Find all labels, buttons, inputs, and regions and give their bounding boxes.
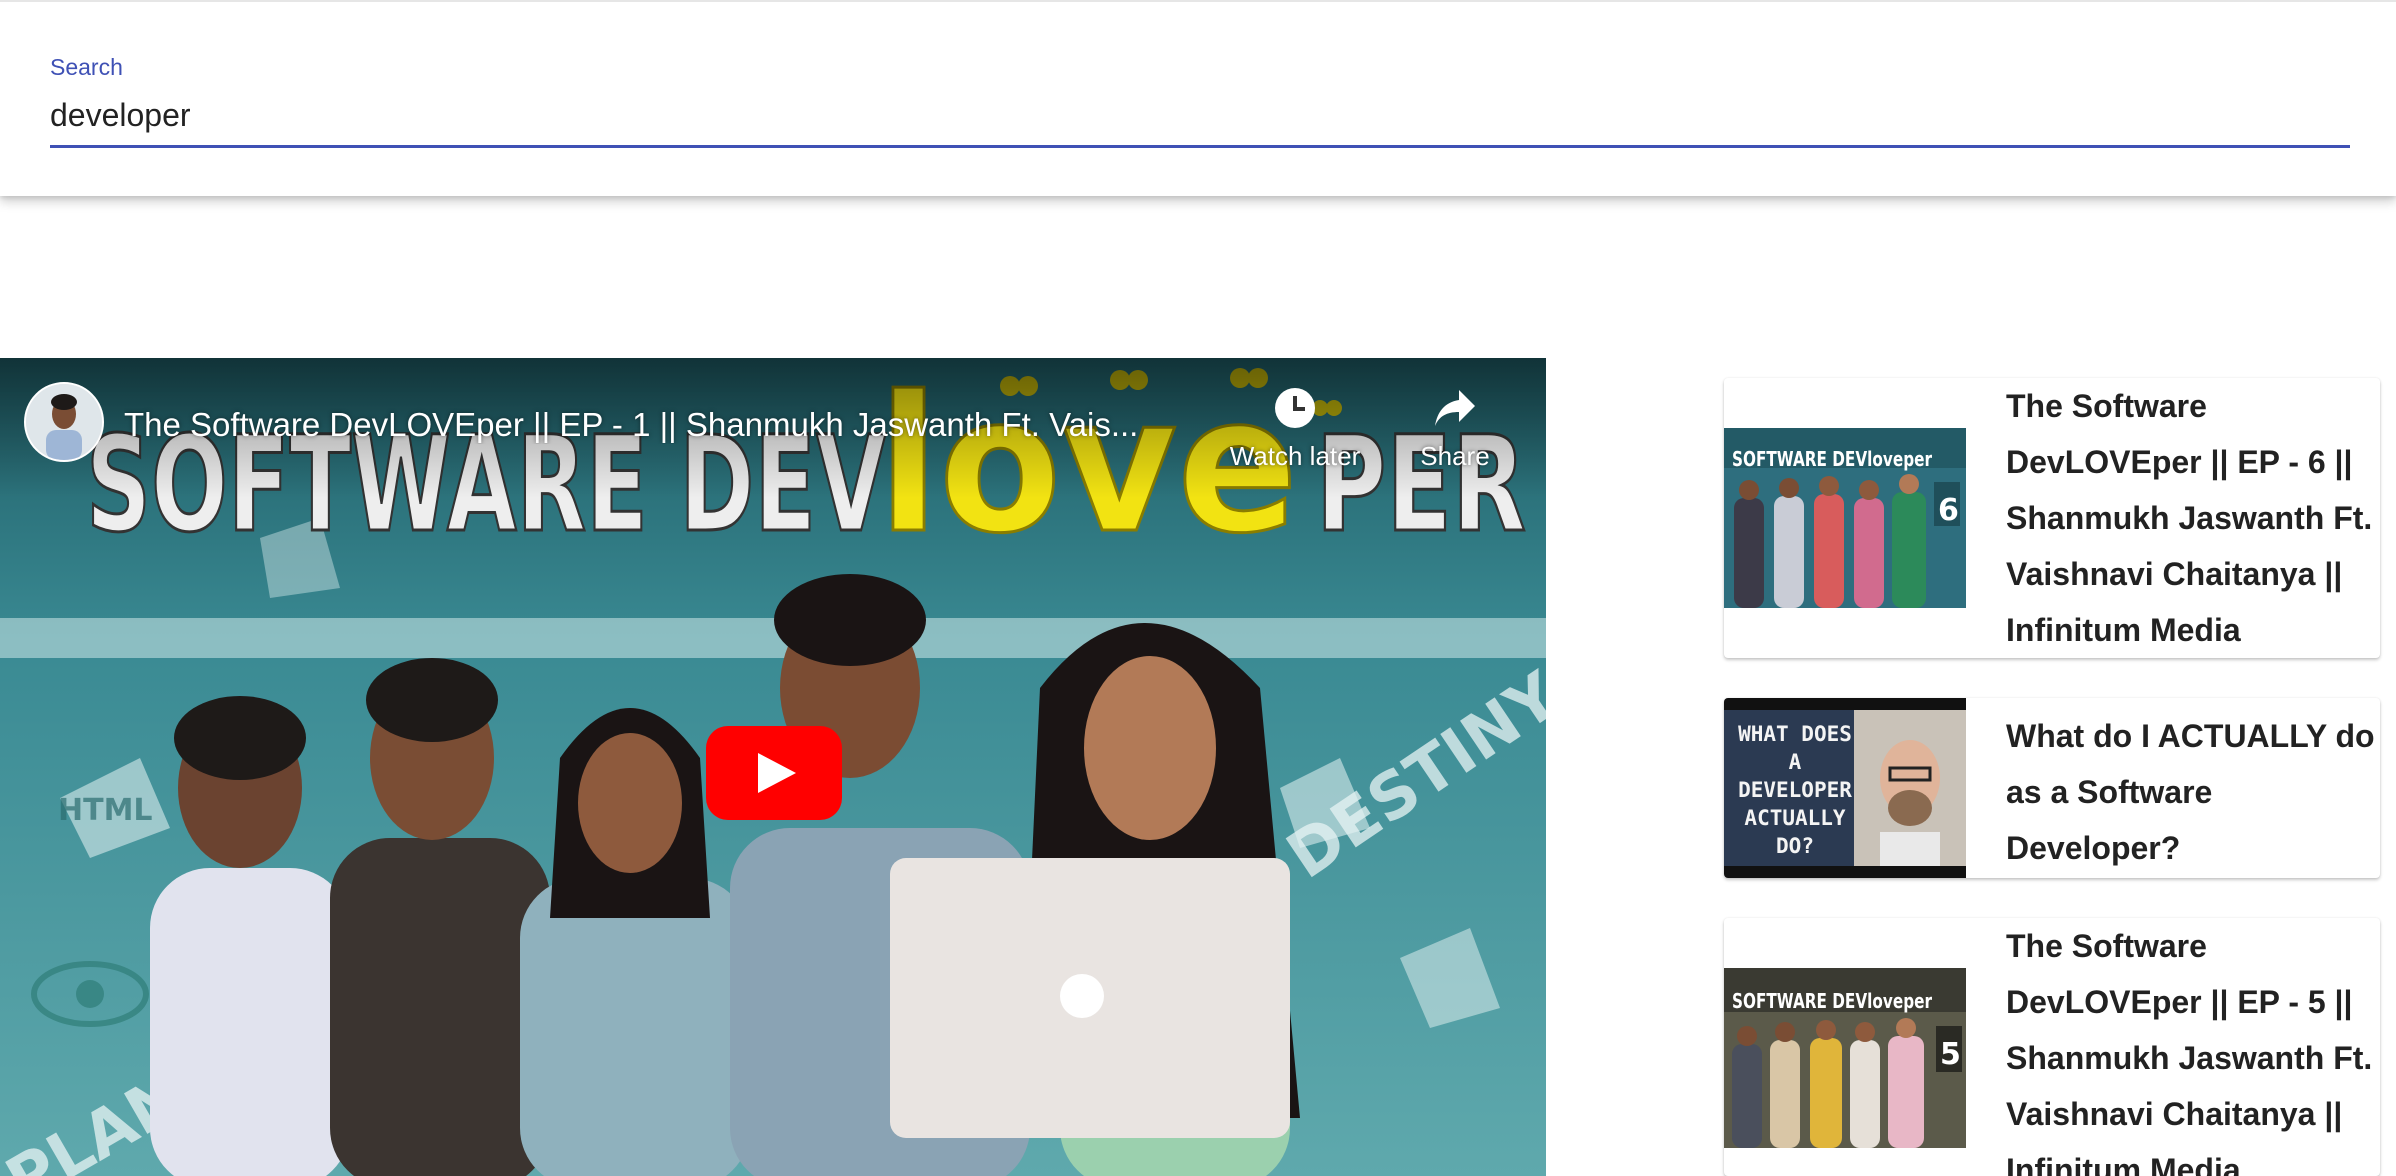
- related-video-item[interactable]: SOFTWARE DEVloveper 5 The Software DevLO…: [1724, 918, 2380, 1176]
- share-button[interactable]: Share: [1410, 388, 1500, 472]
- related-thumb-headline: SOFTWARE DEVloveper: [1732, 447, 1932, 471]
- search-label: Search: [50, 54, 123, 80]
- related-video-title[interactable]: The Software DevLOVEper || EP - 6 || Sha…: [2006, 378, 2376, 658]
- related-thumb-headline: SOFTWARE DEVloveper: [1732, 989, 1932, 1013]
- related-video-item[interactable]: WHAT DOES A DEVELOPER ACTUALLY DO? What …: [1724, 698, 2380, 878]
- related-video-item[interactable]: SOFTWARE DEVloveper 6 The Software DevLO…: [1724, 378, 2380, 658]
- watch-later-button[interactable]: Watch later: [1220, 388, 1370, 472]
- related-thumb-badge: 6: [1938, 493, 1959, 528]
- play-button[interactable]: [706, 726, 842, 820]
- channel-avatar[interactable]: [24, 382, 104, 462]
- search-underline: [50, 145, 2350, 148]
- related-video-title[interactable]: What do I ACTUALLY do as a Software Deve…: [2006, 708, 2376, 876]
- related-thumbnail: WHAT DOES A DEVELOPER ACTUALLY DO?: [1724, 698, 1966, 878]
- related-thumb-headline: WHAT DOES A DEVELOPER ACTUALLY DO?: [1738, 722, 1852, 858]
- search-input[interactable]: [50, 90, 2350, 140]
- video-player[interactable]: SOFTWARE DEV love PER HTML DESTINY PLANN…: [0, 358, 1546, 1176]
- share-label: Share: [1420, 441, 1490, 471]
- video-title[interactable]: The Software DevLOVEper || EP - 1 || Sha…: [124, 406, 1204, 444]
- watch-later-label: Watch later: [1229, 441, 1361, 471]
- clock-icon: [1275, 388, 1315, 428]
- related-thumbnail: SOFTWARE DEVloveper 6: [1724, 428, 1966, 608]
- search-card: Search: [0, 0, 2396, 196]
- related-video-title[interactable]: The Software DevLOVEper || EP - 5 || Sha…: [2006, 918, 2376, 1176]
- thumbnail-word-html: HTML: [58, 793, 153, 828]
- related-thumb-badge: 5: [1940, 1037, 1961, 1072]
- related-thumbnail: SOFTWARE DEVloveper 5: [1724, 968, 1966, 1148]
- share-icon: [1435, 390, 1475, 426]
